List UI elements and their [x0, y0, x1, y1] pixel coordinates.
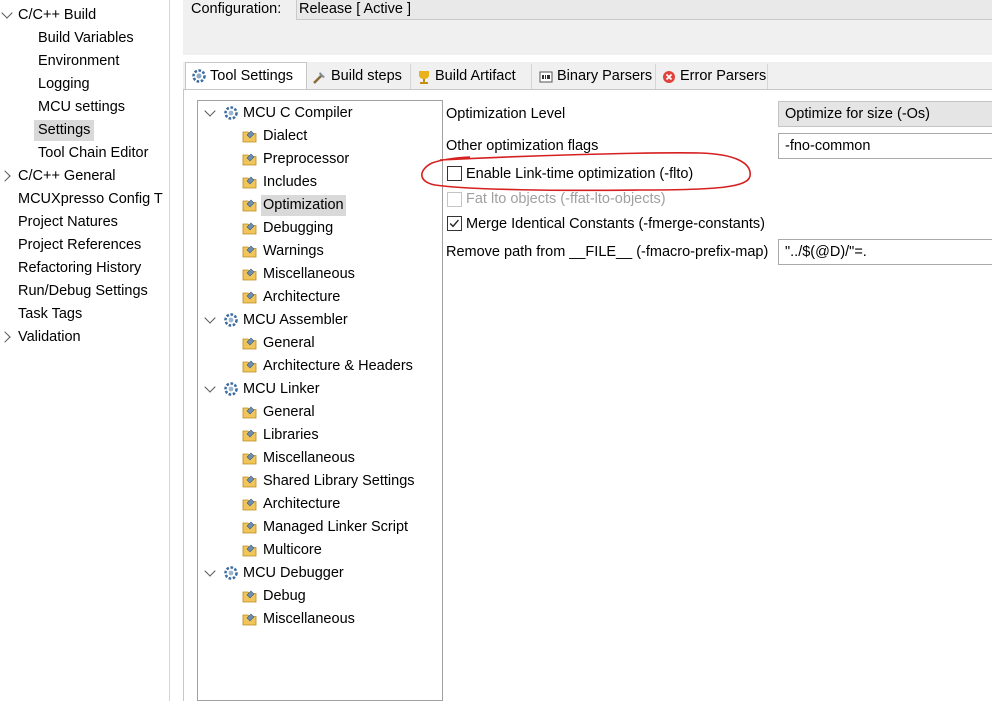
- optimization-level-select[interactable]: Optimize for size (-Os): [778, 101, 992, 127]
- option-folder-icon: [242, 151, 259, 167]
- nav-item-logging[interactable]: Logging: [36, 74, 92, 95]
- option-folder-icon: [242, 335, 259, 351]
- tree-item-architecture[interactable]: Architecture: [261, 287, 342, 308]
- remove-path-input[interactable]: "../$(@D)/"=.: [778, 239, 992, 265]
- tree-group-mcu-debugger[interactable]: MCU Debugger: [241, 563, 346, 584]
- nav-item-validation[interactable]: Validation: [16, 327, 83, 348]
- option-folder-icon: [242, 197, 259, 213]
- nav-item-cpp-build[interactable]: C/C++ Build: [16, 5, 98, 26]
- tree-item-multicore[interactable]: Multicore: [261, 540, 324, 561]
- fat-lto-checkbox: [447, 192, 462, 207]
- tab-label: Error Parsers: [680, 68, 767, 84]
- tree-item-miscellaneous[interactable]: Miscellaneous: [261, 609, 357, 630]
- build-artifact-icon: [419, 71, 429, 84]
- nav-item-refactoring-history[interactable]: Refactoring History: [16, 258, 143, 279]
- nav-item-settings[interactable]: Settings: [34, 120, 95, 141]
- tree-item-architecture-headers[interactable]: Architecture & Headers: [261, 356, 415, 377]
- option-folder-icon: [242, 266, 259, 282]
- tab-label: Build Artifact: [435, 68, 516, 84]
- nav-divider: [169, 0, 170, 701]
- tree-item-general[interactable]: General: [261, 333, 317, 354]
- nav-item-mcu-settings[interactable]: MCU settings: [36, 97, 127, 118]
- option-folder-icon: [242, 243, 259, 259]
- merge-constants-checkbox[interactable]: [447, 216, 462, 231]
- option-folder-icon: [242, 450, 259, 466]
- property-nav-tree: C/C++ Build Build Variables Environment …: [0, 0, 170, 701]
- tree-item-libraries[interactable]: Libraries: [261, 425, 321, 446]
- tab-binary-parsers[interactable]: Binary Parsers: [533, 64, 656, 89]
- tree-group-mcu-c-compiler[interactable]: MCU C Compiler: [241, 103, 355, 124]
- lto-checkbox[interactable]: [447, 166, 462, 181]
- tab-tool-settings[interactable]: Tool Settings: [185, 62, 307, 90]
- option-folder-icon: [242, 496, 259, 512]
- tab-build-steps[interactable]: Build steps: [307, 64, 411, 89]
- nav-item-mcuxpresso-config[interactable]: MCUXpresso Config T: [16, 189, 165, 210]
- nav-item-run-debug-settings[interactable]: Run/Debug Settings: [16, 281, 150, 302]
- fat-lto-label: Fat lto objects (-ffat-lto-objects): [466, 191, 666, 207]
- nav-item-tool-chain-editor[interactable]: Tool Chain Editor: [36, 143, 150, 164]
- option-folder-icon: [242, 427, 259, 443]
- tree-item-debug[interactable]: Debug: [261, 586, 308, 607]
- tree-item-dialect[interactable]: Dialect: [261, 126, 309, 147]
- option-folder-icon: [242, 542, 259, 558]
- tree-group-mcu-assembler[interactable]: MCU Assembler: [241, 310, 350, 331]
- tab-label: Build steps: [331, 68, 402, 84]
- tree-item-architecture[interactable]: Architecture: [261, 494, 342, 515]
- nav-item-task-tags[interactable]: Task Tags: [16, 304, 84, 325]
- nav-item-environment[interactable]: Environment: [36, 51, 121, 72]
- option-folder-icon: [242, 519, 259, 535]
- error-parsers-icon: [663, 71, 675, 83]
- tree-item-warnings[interactable]: Warnings: [261, 241, 326, 262]
- chevron-right-icon[interactable]: [0, 331, 11, 343]
- tree-item-miscellaneous[interactable]: Miscellaneous: [261, 264, 357, 285]
- build-steps-icon: [313, 72, 325, 84]
- nav-item-project-natures[interactable]: Project Natures: [16, 212, 120, 233]
- tool-gear-icon: [223, 105, 239, 121]
- remove-path-label: Remove path from __FILE__ (-fmacro-prefi…: [446, 244, 769, 260]
- lto-label: Enable Link-time optimization (-flto): [466, 166, 694, 182]
- tool-gear-icon: [223, 381, 239, 397]
- tree-item-general[interactable]: General: [261, 402, 317, 423]
- tree-item-preprocessor[interactable]: Preprocessor: [261, 149, 351, 170]
- option-folder-icon: [242, 473, 259, 489]
- configuration-select[interactable]: Release [ Active ]: [296, 0, 992, 20]
- tab-error-parsers[interactable]: Error Parsers: [656, 64, 768, 89]
- nav-item-project-references[interactable]: Project References: [16, 235, 143, 256]
- nav-item-cpp-general[interactable]: C/C++ General: [16, 166, 118, 187]
- tree-item-includes[interactable]: Includes: [261, 172, 319, 193]
- tab-label: Tool Settings: [210, 68, 294, 84]
- tree-group-mcu-linker[interactable]: MCU Linker: [241, 379, 322, 400]
- option-folder-icon: [242, 358, 259, 374]
- other-flags-input[interactable]: -fno-common: [778, 133, 992, 159]
- chevron-down-icon[interactable]: [1, 7, 13, 19]
- tool-settings-icon: [192, 69, 206, 83]
- tab-build-artifact[interactable]: Build Artifact: [411, 64, 532, 89]
- other-flags-label: Other optimization flags: [446, 138, 599, 154]
- checkmark-icon: [449, 219, 459, 228]
- option-folder-icon: [242, 174, 259, 190]
- option-folder-icon: [242, 404, 259, 420]
- tree-item-optimization[interactable]: Optimization: [261, 195, 346, 216]
- option-folder-icon: [242, 611, 259, 627]
- option-folder-icon: [242, 220, 259, 236]
- option-folder-icon: [242, 128, 259, 144]
- tree-item-shared-library-settings[interactable]: Shared Library Settings: [261, 471, 417, 492]
- tab-label: Binary Parsers: [557, 68, 653, 84]
- tool-gear-icon: [223, 312, 239, 328]
- tree-item-managed-linker-script[interactable]: Managed Linker Script: [261, 517, 410, 538]
- tree-item-miscellaneous[interactable]: Miscellaneous: [261, 448, 357, 469]
- option-folder-icon: [242, 588, 259, 604]
- optimization-level-label: Optimization Level: [446, 106, 566, 122]
- chevron-right-icon[interactable]: [0, 170, 11, 182]
- binary-parsers-icon: [539, 71, 553, 83]
- tool-gear-icon: [223, 565, 239, 581]
- option-folder-icon: [242, 289, 259, 305]
- tree-item-debugging[interactable]: Debugging: [261, 218, 335, 239]
- configuration-label: Configuration:: [191, 1, 282, 17]
- nav-item-build-variables[interactable]: Build Variables: [36, 28, 136, 49]
- merge-constants-label: Merge Identical Constants (-fmerge-const…: [466, 216, 765, 232]
